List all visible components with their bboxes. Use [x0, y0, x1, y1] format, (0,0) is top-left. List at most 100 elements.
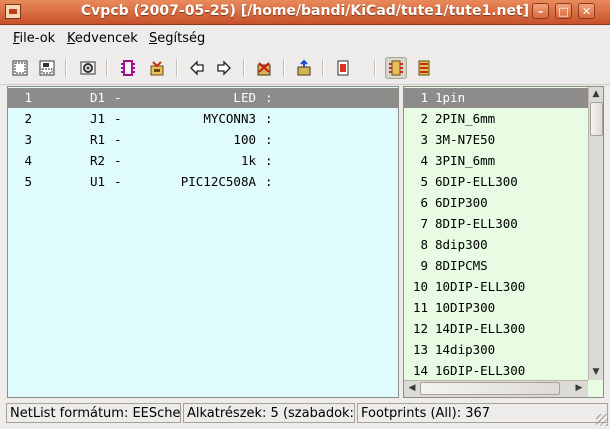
footprint-number: 4	[420, 153, 428, 168]
footprint-row[interactable]: 7 8DIP-ELL300	[404, 214, 588, 234]
scroll-down-arrow-icon[interactable]: ▼	[589, 365, 603, 379]
footprint-row[interactable]: 12 14DIP-ELL300	[404, 319, 588, 339]
maximize-button[interactable]: □	[555, 3, 572, 19]
scroll-right-arrow-icon[interactable]: ▶	[572, 381, 586, 395]
footprints-horizontal-scrollbar[interactable]: ◀ ▶	[404, 380, 588, 397]
component-reference: U1	[90, 174, 106, 189]
footprint-number: 5	[420, 174, 428, 189]
component-row[interactable]: 5 U1- PIC12C508A:	[8, 172, 398, 192]
component-separator: -	[114, 90, 122, 105]
config-icon[interactable]	[77, 57, 99, 79]
footprint-name: 16DIP-ELL300	[435, 363, 526, 378]
footprint-row[interactable]: 13 14dip300	[404, 340, 588, 360]
title-bar[interactable]: Cvpcb (2007-05-25) [/home/bandi/KiCad/tu…	[0, 0, 610, 25]
status-bar: NetList formátum: EESchema Alkatrészek: …	[0, 401, 610, 429]
component-row[interactable]: 1 D1- LED:	[8, 88, 398, 108]
close-button[interactable]: ✕	[578, 3, 595, 19]
footprint-number: 11	[412, 300, 428, 315]
footprint-number: 10	[412, 279, 428, 294]
footprint-name: 10DIP300	[435, 300, 496, 315]
footprint-name: 3M-N7E50	[435, 132, 496, 147]
footprint-number: 3	[420, 132, 428, 147]
component-row[interactable]: 2 J1- MYCONN3:	[8, 109, 398, 129]
status-components-count: Alkatrészek: 5 (szabadok: 5)	[183, 403, 355, 423]
footprint-number: 8	[420, 237, 428, 252]
menu-file[interactable]: File-ok	[13, 31, 55, 46]
component-reference: R1	[90, 132, 106, 147]
footprint-filter-icon[interactable]	[385, 57, 407, 79]
menu-help-label: egítség	[157, 31, 206, 46]
component-separator: -	[114, 153, 122, 168]
footprint-row[interactable]: 10 10DIP-ELL300	[404, 277, 588, 297]
status-footprints-count: Footprints (All): 367	[357, 403, 608, 423]
next-icon[interactable]	[213, 57, 235, 79]
footprint-row[interactable]: 8 8dip300	[404, 235, 588, 255]
auto-associate-icon[interactable]	[146, 57, 168, 79]
vertical-scroll-thumb[interactable]	[590, 102, 603, 136]
component-value: 100	[233, 132, 256, 147]
component-value: LED	[233, 90, 256, 105]
menu-help[interactable]: Segítség	[149, 31, 205, 46]
view-footprint-icon[interactable]	[117, 57, 139, 79]
print-icon[interactable]	[332, 57, 354, 79]
toolbar	[0, 52, 610, 85]
menu-bar: File-ok Kedvencek Segítség	[0, 25, 610, 51]
export-stuff-icon[interactable]	[293, 57, 315, 79]
footprint-number: 1	[420, 90, 428, 105]
footprint-row[interactable]: 11 10DIP300	[404, 298, 588, 318]
resize-grip-icon[interactable]	[596, 414, 608, 426]
footprint-number: 14	[412, 363, 428, 378]
footprint-row[interactable]: 3 3M-N7E50	[404, 130, 588, 150]
component-footprint: :	[265, 174, 273, 189]
footprint-row[interactable]: 9 8DIPCMS	[404, 256, 588, 276]
horizontal-scroll-thumb[interactable]	[420, 382, 560, 395]
component-value: PIC12C508A	[180, 174, 256, 189]
component-number: 2	[24, 111, 32, 126]
footprint-row[interactable]: 14 16DIP-ELL300	[404, 361, 588, 381]
menu-file-label: ile-ok	[19, 31, 56, 46]
status-netlist-format: NetList formátum: EESchema	[6, 403, 181, 423]
menu-preferences[interactable]: Kedvencek	[67, 31, 138, 46]
footprint-number: 7	[420, 216, 428, 231]
footprint-name: 8DIP-ELL300	[435, 216, 518, 231]
delete-all-icon[interactable]	[253, 57, 275, 79]
component-number: 4	[24, 153, 32, 168]
footprint-number: 2	[420, 111, 428, 126]
menu-preferences-label: edvencek	[74, 31, 138, 46]
footprint-name: 6DIP-ELL300	[435, 174, 518, 189]
window-title: Cvpcb (2007-05-25) [/home/bandi/KiCad/tu…	[80, 3, 530, 19]
component-value: 1k	[240, 153, 256, 168]
footprint-name: 10DIP-ELL300	[435, 279, 526, 294]
footprint-name: 2PIN_6mm	[435, 111, 496, 126]
footprints-vertical-scrollbar[interactable]: ▲ ▼	[588, 87, 603, 380]
save-netlist-icon[interactable]	[36, 57, 58, 79]
component-reference: D1	[90, 90, 106, 105]
scroll-up-arrow-icon[interactable]: ▲	[589, 87, 603, 101]
component-footprint: :	[265, 111, 273, 126]
component-separator: -	[114, 174, 122, 189]
footprint-number: 6	[420, 195, 428, 210]
footprints-list[interactable]: 1 1pin 2 2PIN_6mm 3 3M-N7E50 4 3PIN_6mm 5 6DIP-EL…	[403, 86, 604, 398]
footprint-number: 13	[412, 342, 428, 357]
previous-icon[interactable]	[186, 57, 208, 79]
component-separator: -	[114, 111, 122, 126]
scroll-left-arrow-icon[interactable]: ◀	[405, 381, 419, 395]
all-footprints-icon[interactable]	[413, 57, 435, 79]
component-row[interactable]: 3 R1- 100:	[8, 130, 398, 150]
component-row[interactable]: 4 R2- 1k:	[8, 151, 398, 171]
components-list[interactable]: 1 D1- LED:2 J1- MYCONN3:3 R1-100:4 R2-1k:5 U1- P…	[7, 86, 399, 398]
footprint-name: 6DIP300	[435, 195, 488, 210]
footprint-row[interactable]: 5 6DIP-ELL300	[404, 172, 588, 192]
footprint-row[interactable]: 2 2PIN_6mm	[404, 109, 588, 129]
footprint-row[interactable]: 1 1pin	[404, 88, 588, 108]
component-reference: J1	[90, 111, 106, 126]
minimize-button[interactable]: –	[532, 3, 549, 19]
component-number: 1	[24, 90, 32, 105]
footprint-row[interactable]: 6 6DIP300	[404, 193, 588, 213]
load-netlist-icon[interactable]	[9, 57, 31, 79]
component-footprint: :	[265, 132, 273, 147]
footprint-row[interactable]: 4 3PIN_6mm	[404, 151, 588, 171]
component-number: 5	[24, 174, 32, 189]
component-footprint: :	[265, 90, 273, 105]
menu-preferences-mnemonic: K	[67, 31, 75, 46]
